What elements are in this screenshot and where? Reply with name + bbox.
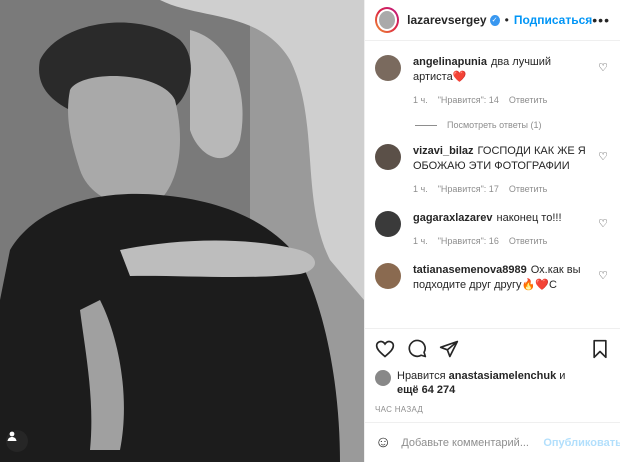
post-photo[interactable] [0, 0, 364, 462]
liker-username[interactable]: anastasiamelenchuk [449, 370, 557, 382]
post-actions: Нравится anastasiamelenchuk и ещё 64 274… [365, 328, 620, 414]
more-options-icon[interactable]: ••• [592, 12, 610, 28]
comment-time[interactable]: 1 ч. [413, 234, 428, 249]
liker-avatar[interactable] [375, 370, 391, 386]
comment-username[interactable]: gagaraxlazarev [413, 212, 493, 224]
like-heart-icon[interactable] [375, 339, 395, 359]
comment-username[interactable]: angelinapunia [413, 56, 487, 68]
comment-avatar[interactable] [375, 55, 401, 81]
comment-likes[interactable]: "Нравится": 17 [438, 182, 499, 197]
bookmark-icon[interactable] [590, 339, 610, 359]
comment-time[interactable]: 1 ч. [413, 93, 428, 108]
comment-item: vizavi_bilaz ГОСПОДИ КАК ЖЕ Я ОБОЖАЮ ЭТИ … [375, 144, 610, 197]
comment-avatar[interactable] [375, 144, 401, 170]
share-icon[interactable] [439, 339, 459, 359]
like-comment-heart-icon[interactable]: ♡ [598, 61, 608, 74]
reply-button[interactable]: Ответить [509, 182, 547, 197]
author-avatar[interactable] [375, 7, 400, 33]
comment-item: tatianasemenova8989 Ох.как вы подходите д… [375, 263, 610, 293]
post-header: lazarevsergey ✓ • Подписаться ••• [365, 0, 620, 41]
comment-avatar[interactable] [375, 263, 401, 289]
author-username[interactable]: lazarevsergey [407, 13, 486, 27]
action-icons [375, 335, 610, 363]
add-comment-bar: ☺ Опубликовать [365, 422, 620, 462]
follow-button[interactable]: Подписаться [514, 13, 592, 27]
likes-summary: Нравится anastasiamelenchuk и ещё 64 274 [375, 369, 610, 397]
post-sidebar: lazarevsergey ✓ • Подписаться ••• angeli… [364, 0, 620, 462]
view-replies-label[interactable]: Посмотреть ответы (1) [447, 120, 542, 130]
like-comment-heart-icon[interactable]: ♡ [598, 269, 608, 282]
likes-prefix: Нравится [397, 370, 446, 382]
comment-item: angelinapunia два лучший артиста❤️ 1 ч. "… [375, 55, 610, 108]
comments-list: angelinapunia два лучший артиста❤️ 1 ч. "… [365, 41, 620, 328]
user-tags-button[interactable] [6, 430, 28, 452]
comment-avatar[interactable] [375, 211, 401, 237]
publish-button[interactable]: Опубликовать [543, 437, 620, 449]
view-replies[interactable]: Посмотреть ответы (1) [415, 120, 610, 130]
separator-dot: • [504, 13, 509, 27]
comment-icon[interactable] [407, 339, 427, 359]
comment-username[interactable]: vizavi_bilaz [413, 145, 474, 157]
post-time[interactable]: ЧАС НАЗАД [375, 405, 610, 414]
reply-button[interactable]: Ответить [509, 234, 547, 249]
comment-text: наконец то!!! [496, 212, 562, 224]
instagram-post: lazarevsergey ✓ • Подписаться ••• angeli… [0, 0, 620, 462]
comment-input[interactable] [401, 436, 544, 449]
user-icon [7, 431, 17, 441]
comment-time[interactable]: 1 ч. [413, 182, 428, 197]
like-comment-heart-icon[interactable]: ♡ [598, 217, 608, 230]
replies-line [415, 124, 437, 126]
comment-likes[interactable]: "Нравится": 14 [438, 93, 499, 108]
photo-illustration [0, 0, 364, 462]
verified-badge-icon: ✓ [489, 14, 500, 26]
likes-count[interactable]: ещё 64 274 [397, 384, 455, 396]
comment-username[interactable]: tatianasemenova8989 [413, 264, 527, 276]
comment-item: gagaraxlazarev наконец то!!! 1 ч. "Нравит… [375, 211, 610, 249]
emoji-icon[interactable]: ☺ [375, 434, 391, 452]
comment-likes[interactable]: "Нравится": 16 [438, 234, 499, 249]
like-comment-heart-icon[interactable]: ♡ [598, 150, 608, 163]
reply-button[interactable]: Ответить [509, 93, 547, 108]
likes-conj: и [559, 370, 566, 382]
